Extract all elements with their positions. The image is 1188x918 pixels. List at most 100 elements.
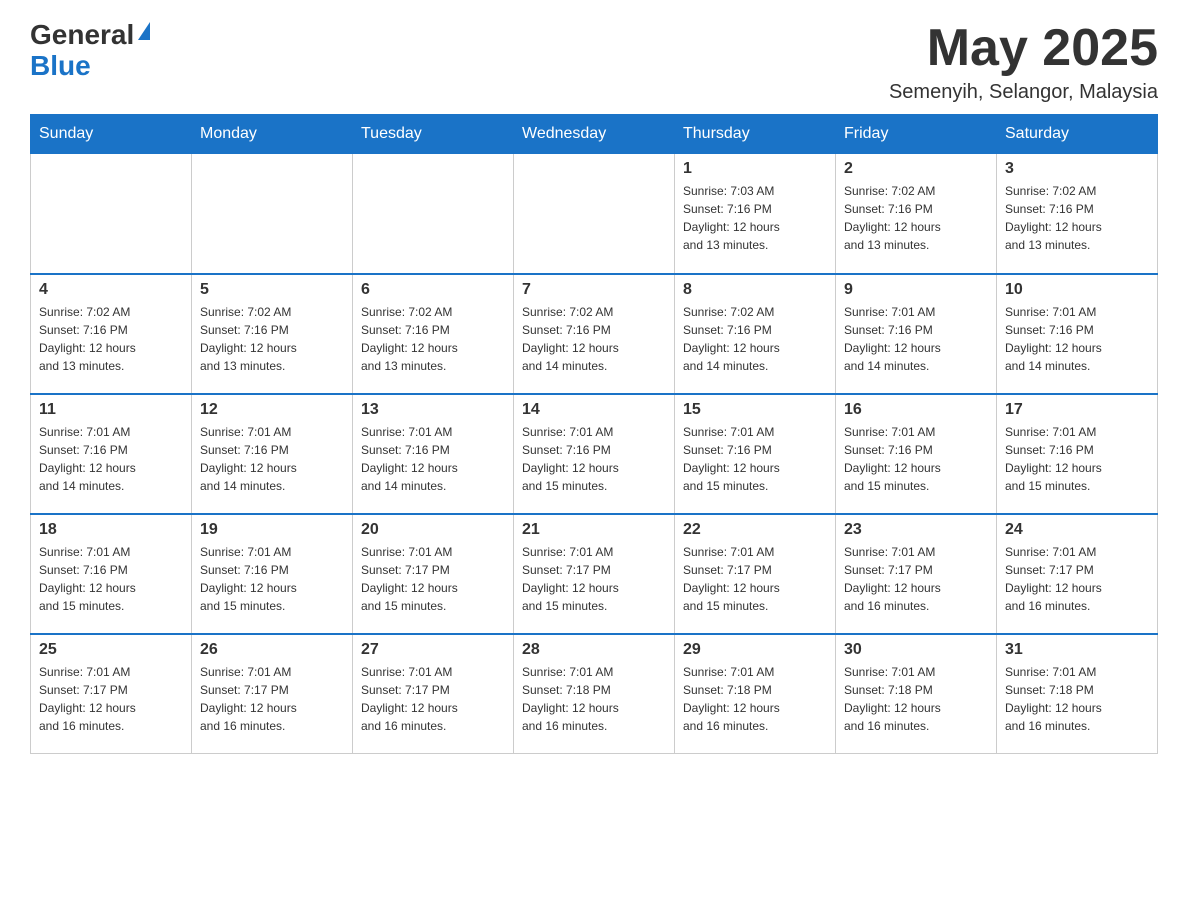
table-row: 26 Sunrise: 7:01 AM Sunset: 7:17 PM Dayli… <box>192 634 353 754</box>
day-info: Sunrise: 7:01 AM Sunset: 7:18 PM Dayligh… <box>1005 663 1149 735</box>
day-number: 16 <box>844 401 988 419</box>
logo: General Blue <box>30 20 150 82</box>
table-row: 17 Sunrise: 7:01 AM Sunset: 7:16 PM Dayli… <box>997 394 1158 514</box>
table-row: 4Sunrise: 7:02 AM Sunset: 7:16 PM Daylig… <box>31 274 192 394</box>
table-row: 15 Sunrise: 7:01 AM Sunset: 7:16 PM Dayli… <box>675 394 836 514</box>
day-info: Sunrise: 7:01 AM Sunset: 7:18 PM Dayligh… <box>522 663 666 735</box>
table-row: 5 Sunrise: 7:02 AM Sunset: 7:16 PM Daylig… <box>192 274 353 394</box>
header-friday: Friday <box>836 115 997 154</box>
calendar-week-row: 11 Sunrise: 7:01 AM Sunset: 7:16 PM Dayli… <box>31 394 1158 514</box>
header-tuesday: Tuesday <box>353 115 514 154</box>
day-info: Sunrise: 7:01 AM Sunset: 7:16 PM Dayligh… <box>361 423 505 495</box>
header-wednesday: Wednesday <box>514 115 675 154</box>
day-number: 19 <box>200 521 344 539</box>
table-row: 14Sunrise: 7:01 AM Sunset: 7:16 PM Dayli… <box>514 394 675 514</box>
day-number: 11 <box>39 401 183 419</box>
day-number: 3 <box>1005 160 1149 178</box>
logo-general: General <box>30 20 134 51</box>
day-number: 29 <box>683 641 827 659</box>
calendar-table: Sunday Monday Tuesday Wednesday Thursday… <box>30 114 1158 754</box>
table-row: 16 Sunrise: 7:01 AM Sunset: 7:16 PM Dayli… <box>836 394 997 514</box>
table-row: 1Sunrise: 7:03 AM Sunset: 7:16 PM Daylig… <box>675 154 836 274</box>
day-info: Sunrise: 7:02 AM Sunset: 7:16 PM Dayligh… <box>200 303 344 375</box>
day-info: Sunrise: 7:01 AM Sunset: 7:16 PM Dayligh… <box>1005 423 1149 495</box>
day-number: 15 <box>683 401 827 419</box>
table-row: 24 Sunrise: 7:01 AM Sunset: 7:17 PM Dayli… <box>997 514 1158 634</box>
day-number: 12 <box>200 401 344 419</box>
calendar-week-row: 1Sunrise: 7:03 AM Sunset: 7:16 PM Daylig… <box>31 154 1158 274</box>
day-number: 2 <box>844 160 988 178</box>
table-row: 27Sunrise: 7:01 AM Sunset: 7:17 PM Dayli… <box>353 634 514 754</box>
header-thursday: Thursday <box>675 115 836 154</box>
day-number: 9 <box>844 281 988 299</box>
day-number: 13 <box>361 401 505 419</box>
table-row: 7 Sunrise: 7:02 AM Sunset: 7:16 PM Daylig… <box>514 274 675 394</box>
header-saturday: Saturday <box>997 115 1158 154</box>
month-title: May 2025 <box>889 20 1158 77</box>
table-row: 18Sunrise: 7:01 AM Sunset: 7:16 PM Dayli… <box>31 514 192 634</box>
day-info: Sunrise: 7:01 AM Sunset: 7:16 PM Dayligh… <box>844 423 988 495</box>
day-number: 5 <box>200 281 344 299</box>
day-number: 22 <box>683 521 827 539</box>
table-row: 12 Sunrise: 7:01 AM Sunset: 7:16 PM Dayli… <box>192 394 353 514</box>
day-info: Sunrise: 7:02 AM Sunset: 7:16 PM Dayligh… <box>361 303 505 375</box>
table-row: 25Sunrise: 7:01 AM Sunset: 7:17 PM Dayli… <box>31 634 192 754</box>
day-number: 31 <box>1005 641 1149 659</box>
table-row: 9 Sunrise: 7:01 AM Sunset: 7:16 PM Daylig… <box>836 274 997 394</box>
day-number: 8 <box>683 281 827 299</box>
day-number: 30 <box>844 641 988 659</box>
day-info: Sunrise: 7:01 AM Sunset: 7:16 PM Dayligh… <box>1005 303 1149 375</box>
table-row: 11 Sunrise: 7:01 AM Sunset: 7:16 PM Dayli… <box>31 394 192 514</box>
table-row: 21 Sunrise: 7:01 AM Sunset: 7:17 PM Dayli… <box>514 514 675 634</box>
calendar-week-row: 25Sunrise: 7:01 AM Sunset: 7:17 PM Dayli… <box>31 634 1158 754</box>
day-info: Sunrise: 7:01 AM Sunset: 7:16 PM Dayligh… <box>200 423 344 495</box>
table-row: 30 Sunrise: 7:01 AM Sunset: 7:18 PM Dayli… <box>836 634 997 754</box>
day-info: Sunrise: 7:01 AM Sunset: 7:16 PM Dayligh… <box>200 543 344 615</box>
day-info: Sunrise: 7:01 AM Sunset: 7:18 PM Dayligh… <box>844 663 988 735</box>
day-number: 20 <box>361 521 505 539</box>
calendar-header-row: Sunday Monday Tuesday Wednesday Thursday… <box>31 115 1158 154</box>
day-info: Sunrise: 7:02 AM Sunset: 7:16 PM Dayligh… <box>844 182 988 254</box>
day-info: Sunrise: 7:02 AM Sunset: 7:16 PM Dayligh… <box>39 303 183 375</box>
day-number: 24 <box>1005 521 1149 539</box>
day-info: Sunrise: 7:01 AM Sunset: 7:16 PM Dayligh… <box>39 543 183 615</box>
day-info: Sunrise: 7:01 AM Sunset: 7:16 PM Dayligh… <box>522 423 666 495</box>
day-number: 27 <box>361 641 505 659</box>
table-row: 29Sunrise: 7:01 AM Sunset: 7:18 PM Dayli… <box>675 634 836 754</box>
title-section: May 2025 Semenyih, Selangor, Malaysia <box>889 20 1158 104</box>
table-row: 10Sunrise: 7:01 AM Sunset: 7:16 PM Dayli… <box>997 274 1158 394</box>
table-row <box>31 154 192 274</box>
day-number: 26 <box>200 641 344 659</box>
day-info: Sunrise: 7:01 AM Sunset: 7:16 PM Dayligh… <box>39 423 183 495</box>
day-info: Sunrise: 7:02 AM Sunset: 7:16 PM Dayligh… <box>522 303 666 375</box>
day-number: 17 <box>1005 401 1149 419</box>
day-info: Sunrise: 7:01 AM Sunset: 7:16 PM Dayligh… <box>844 303 988 375</box>
table-row: 22 Sunrise: 7:01 AM Sunset: 7:17 PM Dayli… <box>675 514 836 634</box>
logo-triangle-icon <box>138 22 150 40</box>
day-info: Sunrise: 7:01 AM Sunset: 7:16 PM Dayligh… <box>683 423 827 495</box>
day-info: Sunrise: 7:01 AM Sunset: 7:17 PM Dayligh… <box>522 543 666 615</box>
day-info: Sunrise: 7:01 AM Sunset: 7:17 PM Dayligh… <box>39 663 183 735</box>
day-info: Sunrise: 7:01 AM Sunset: 7:17 PM Dayligh… <box>683 543 827 615</box>
day-info: Sunrise: 7:01 AM Sunset: 7:17 PM Dayligh… <box>361 543 505 615</box>
table-row: 28Sunrise: 7:01 AM Sunset: 7:18 PM Dayli… <box>514 634 675 754</box>
day-number: 21 <box>522 521 666 539</box>
header-sunday: Sunday <box>31 115 192 154</box>
table-row: 23Sunrise: 7:01 AM Sunset: 7:17 PM Dayli… <box>836 514 997 634</box>
page-header: General Blue May 2025 Semenyih, Selangor… <box>30 20 1158 104</box>
table-row: 6 Sunrise: 7:02 AM Sunset: 7:16 PM Daylig… <box>353 274 514 394</box>
table-row: 3Sunrise: 7:02 AM Sunset: 7:16 PM Daylig… <box>997 154 1158 274</box>
table-row: 31 Sunrise: 7:01 AM Sunset: 7:18 PM Dayli… <box>997 634 1158 754</box>
day-number: 23 <box>844 521 988 539</box>
table-row: 2 Sunrise: 7:02 AM Sunset: 7:16 PM Daylig… <box>836 154 997 274</box>
day-number: 6 <box>361 281 505 299</box>
table-row: 19 Sunrise: 7:01 AM Sunset: 7:16 PM Dayli… <box>192 514 353 634</box>
day-info: Sunrise: 7:03 AM Sunset: 7:16 PM Dayligh… <box>683 182 827 254</box>
day-info: Sunrise: 7:01 AM Sunset: 7:17 PM Dayligh… <box>1005 543 1149 615</box>
day-info: Sunrise: 7:01 AM Sunset: 7:17 PM Dayligh… <box>200 663 344 735</box>
day-info: Sunrise: 7:02 AM Sunset: 7:16 PM Dayligh… <box>683 303 827 375</box>
table-row <box>192 154 353 274</box>
table-row <box>514 154 675 274</box>
day-number: 7 <box>522 281 666 299</box>
table-row: 13 Sunrise: 7:01 AM Sunset: 7:16 PM Dayli… <box>353 394 514 514</box>
